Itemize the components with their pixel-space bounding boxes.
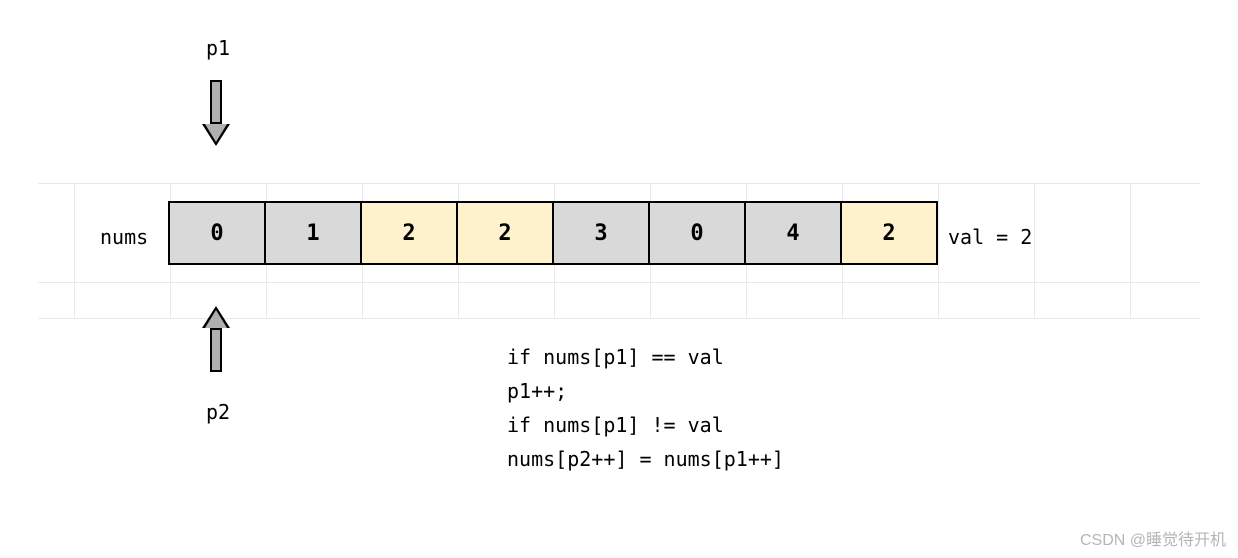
code-line: if nums[p1] == val [507,345,724,369]
pseudocode-block: if nums[p1] == val p1++; if nums[p1] != … [507,340,784,476]
arrow-down-icon [202,80,230,146]
array-cell: 4 [744,201,842,265]
array-name-label: nums [100,225,148,249]
code-line: p1++; [507,379,567,403]
cell-value: 4 [786,221,799,246]
array-cell-highlight: 2 [456,201,554,265]
pointer-p2-label: p2 [206,400,230,424]
code-line: nums[p2++] = nums[p1++] [507,447,784,471]
arrow-up-icon [202,306,230,372]
array-cell: 0 [168,201,266,265]
array-cell-highlight: 2 [360,201,458,265]
array-cell: 1 [264,201,362,265]
cell-value: 2 [882,221,895,246]
cell-value: 3 [594,221,607,246]
cell-value: 2 [498,221,511,246]
cell-value: 2 [402,221,415,246]
diagram-canvas: p1 nums 0 1 2 2 3 0 4 2 val = 2 p2 if nu… [0,0,1238,558]
array-cell-highlight: 2 [840,201,938,265]
cell-value: 0 [210,221,223,246]
array-cell: 3 [552,201,650,265]
val-label: val = 2 [948,225,1032,249]
cell-value: 0 [690,221,703,246]
watermark-text: CSDN @睡觉待开机 [1080,526,1226,550]
cell-value: 1 [306,221,319,246]
pointer-p1-label: p1 [206,36,230,60]
code-line: if nums[p1] != val [507,413,724,437]
array-cell: 0 [648,201,746,265]
